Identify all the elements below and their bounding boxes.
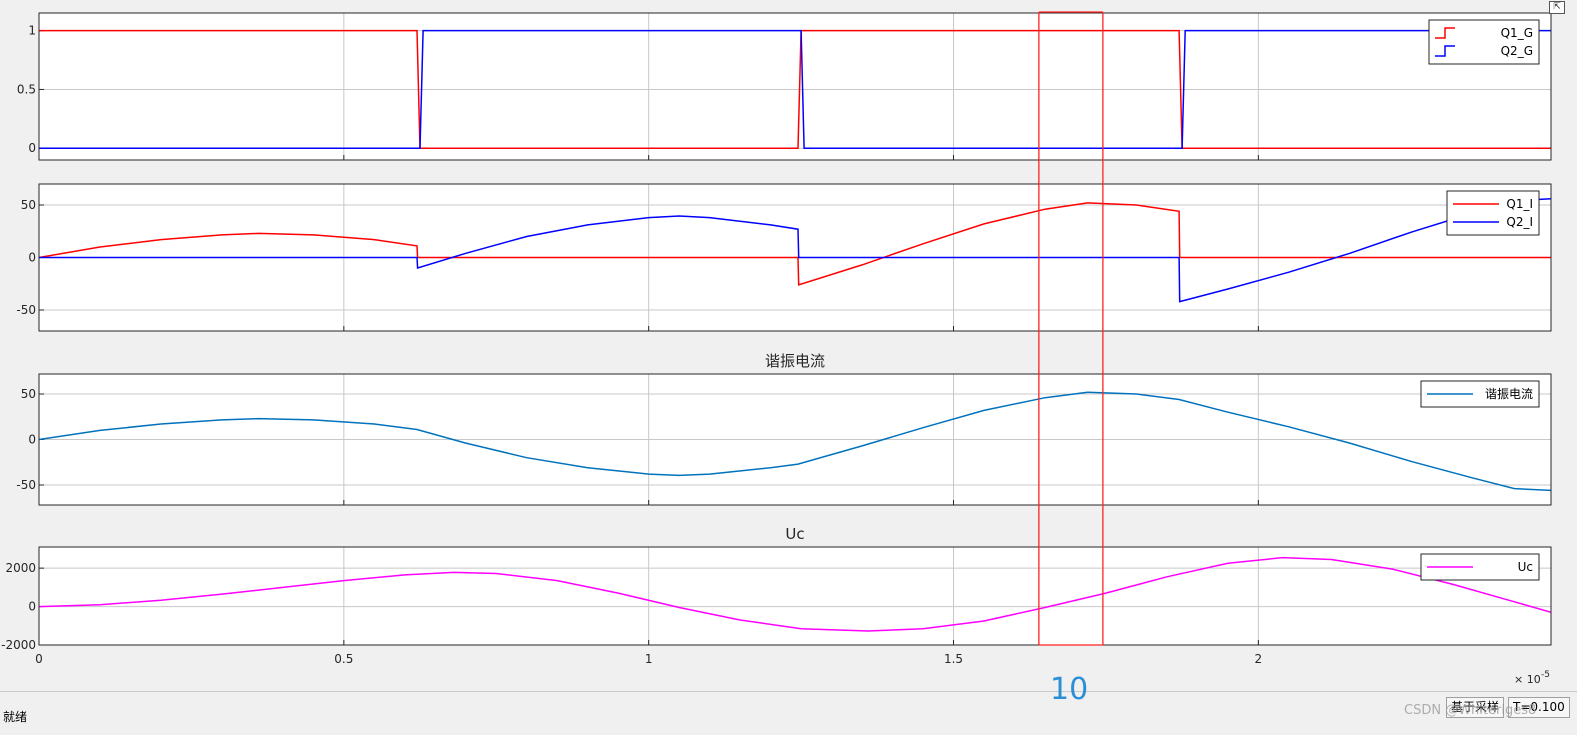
status-text: 就绪 <box>3 710 28 724</box>
status-bar <box>0 691 1577 735</box>
y-tick-label: 0 <box>28 251 36 265</box>
y-tick-label: -50 <box>16 478 36 492</box>
y-tick-label: 50 <box>21 198 36 212</box>
legend-label: Q1_G <box>1501 26 1533 40</box>
legend: Q1_G Q2_G <box>1428 19 1540 65</box>
chart-panel-4: -2000 0 2000 Uc Uc <box>1 525 1552 652</box>
legend-label: Q1_I <box>1506 197 1533 211</box>
legend: Q1_I Q2_I <box>1446 190 1540 236</box>
legend-label: Uc <box>1518 560 1533 574</box>
legend: 谐振电流 <box>1420 380 1540 408</box>
x-tick-label: 0.5 <box>334 652 353 666</box>
y-tick-label: 2000 <box>5 561 36 575</box>
x-tick-label: 2 <box>1255 652 1263 666</box>
legend-label: 谐振电流 <box>1485 387 1533 401</box>
marker-label: 10 <box>1050 672 1089 707</box>
chart-panel-2: -50 0 50 Q1_I Q2_I <box>16 183 1552 332</box>
chart-title: 谐振电流 <box>765 352 825 370</box>
legend-label: Q2_G <box>1501 44 1533 58</box>
y-tick-label: 0.5 <box>17 82 36 96</box>
watermark: CSDN @Whiteriges8 <box>1404 703 1537 718</box>
x-tick-label: 1.5 <box>944 652 963 666</box>
y-tick-label: 1 <box>28 24 36 38</box>
chart-panel-1: 0 0.5 1 Q1_G Q2_G <box>17 12 1552 161</box>
plot-area <box>39 547 1551 645</box>
y-tick-label: 0 <box>28 600 36 614</box>
x-exponent-power: -5 <box>1541 670 1550 680</box>
x-exponent-label: × 10 <box>1514 673 1541 686</box>
scope-figure: 00.51 Q1_GQ2_G-50050 Q1_IQ2_I-50050谐振电流谐振电… <box>1 11 1552 686</box>
x-tick-label: 0 <box>35 652 43 666</box>
legend-label: Q2_I <box>1506 215 1533 229</box>
y-tick-label: -50 <box>16 303 36 317</box>
undock-icon[interactable]: ⇱ <box>1549 1 1565 14</box>
legend: Uc <box>1420 553 1540 581</box>
y-tick-label: 0 <box>28 141 36 155</box>
y-tick-label: 0 <box>28 433 36 447</box>
y-tick-label: 50 <box>21 387 36 401</box>
chart-panel-3: -50050谐振电流谐振电流 <box>16 352 1552 506</box>
chart-title: Uc <box>785 525 804 543</box>
y-tick-label: -2000 <box>1 638 36 652</box>
x-tick-label: 1 <box>645 652 653 666</box>
plot-area <box>39 13 1551 160</box>
